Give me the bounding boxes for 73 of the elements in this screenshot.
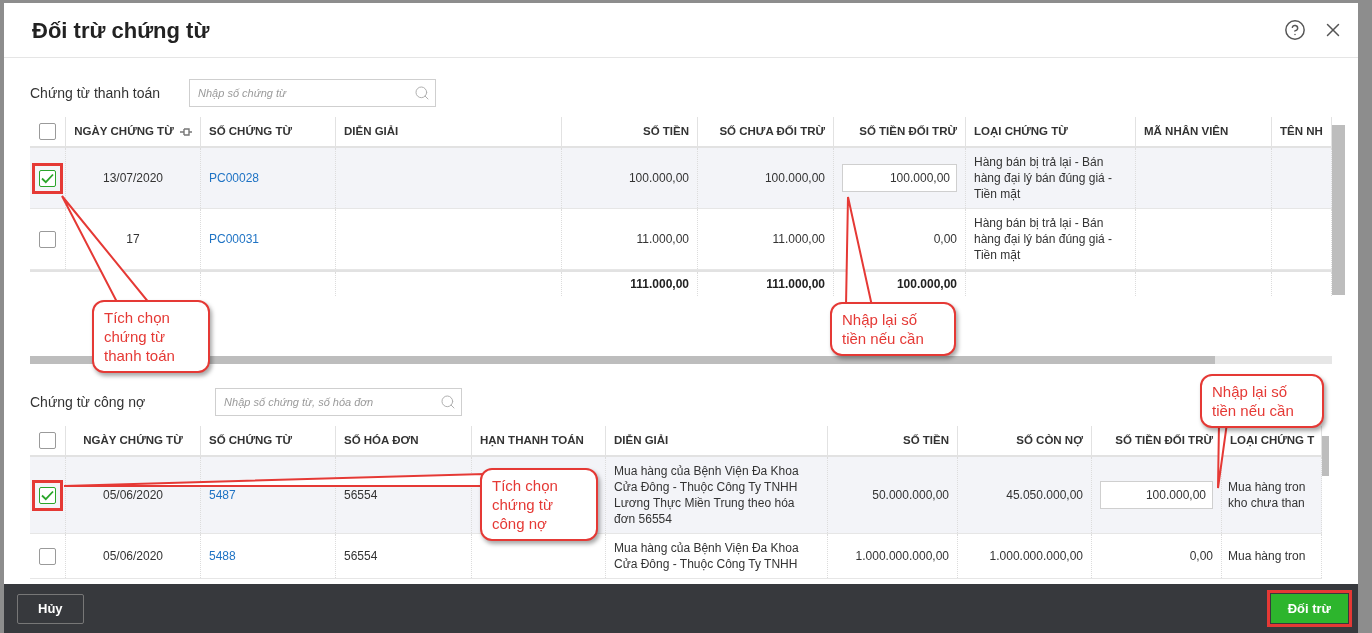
scrollbar-thumb[interactable] [1332, 125, 1345, 295]
table-cell-text: Mua hàng của Bệnh Viện Đa Khoa Cửa Đông - Thuộc Công Ty TNHH [614, 540, 800, 572]
table-cell: 45.050.000,00 [1006, 487, 1083, 503]
checkbox[interactable] [39, 432, 56, 449]
document-link[interactable]: PC00031 [209, 230, 260, 248]
column-header: LOẠI CHỨNG T [1230, 432, 1315, 449]
callout: Tích chọn chứng từ công nợ [480, 468, 598, 541]
column-header: SỐ CHỨNG TỪ [209, 123, 292, 139]
dialog-title: Đối trừ chứng từ [32, 16, 210, 45]
document-link[interactable]: 5487 [209, 486, 236, 504]
search-field[interactable]: Nhập số chứng từ [189, 79, 437, 107]
column-header: HẠN THANH TOÁN [480, 432, 584, 449]
cancel-button[interactable]: Hủy [17, 593, 84, 624]
column-header: LOẠI CHỨNG TỪ [974, 123, 1068, 140]
table-cell: 50.000.000,00 [872, 487, 949, 503]
column-header: SỐ HÓA ĐƠN [344, 432, 419, 448]
column-header: SỐ TIỀN ĐỐI TRỪ [1115, 432, 1213, 448]
pin-icon [179, 126, 192, 137]
help-icon[interactable] [1284, 19, 1306, 41]
table-cell-text: Mua hàng tron kho chưa than [1228, 479, 1307, 511]
table-cell: 0,00 [933, 231, 957, 247]
table-cell: 56554 [344, 487, 378, 503]
document-link[interactable]: PC00028 [209, 169, 260, 187]
checkbox[interactable] [39, 230, 56, 248]
table-cell: 13/07/2020 [102, 170, 164, 186]
column-header: DIỄN GIẢI [614, 432, 669, 448]
table-cell: 05/06/2020 [102, 487, 164, 503]
checkbox[interactable] [39, 547, 56, 565]
table-cell: 100.000,00 [764, 170, 825, 186]
table-cell: 56554 [344, 548, 378, 564]
check-icon [41, 489, 54, 501]
callout: Tích chọn chứng từ thanh toán [92, 300, 210, 373]
column-header: DIỄN GIẢI [344, 123, 399, 139]
total-value: 111.000,00 [766, 276, 825, 293]
document-link[interactable]: 5488 [209, 547, 236, 565]
table-cell: 17 [126, 231, 140, 247]
column-header: SỐ CHƯA ĐỐI TRỪ [719, 123, 825, 139]
column-header: MÃ NHÂN VIÊN [1144, 123, 1229, 139]
total-value: 111.000,00 [630, 276, 689, 293]
column-header: SỐ TIỀN [643, 123, 689, 139]
confirm-button[interactable]: Đối trừ [1270, 594, 1348, 623]
table-cell: Mua hàng tron [1228, 548, 1306, 564]
check-icon [41, 172, 54, 184]
checkbox[interactable] [39, 123, 56, 140]
search-icon [440, 394, 457, 410]
search-field[interactable]: Nhập số chứng từ, số hóa đơn [215, 388, 463, 416]
column-header: NGÀY CHỨNG TỪ [83, 432, 183, 448]
section-label: Chứng từ thanh toán [30, 83, 161, 103]
checkbox[interactable] [39, 169, 56, 187]
table-cell: 1.000.000.000,00 [989, 548, 1083, 564]
scrollbar-thumb[interactable] [1322, 436, 1329, 476]
column-header: SỐ TIỀN ĐỐI TRỪ [859, 123, 957, 139]
amount-input[interactable]: 100.000,00 [842, 164, 957, 192]
table-cell: 11.000,00 [772, 231, 825, 247]
table-cell-text: Mua hàng của Bệnh Viện Đa Khoa Cửa Đông - Thuộc Công Ty TNHH Lương Thực Miền Trung theo hóa đơn 56554 [614, 463, 800, 527]
amount-input[interactable]: 100.000,00 [1100, 481, 1213, 509]
checkbox[interactable] [39, 486, 56, 504]
table-cell-text: Hàng bán bị trả lại - Bán hàng đại lý bán đúng giá - Tiền mặt [974, 154, 1114, 202]
column-header: NGÀY CHỨNG TỪ [74, 123, 174, 139]
section-label: Chứng từ công nợ [30, 392, 146, 412]
search-icon [414, 85, 431, 101]
column-header: SỐ TIỀN [903, 432, 949, 448]
table-cell: 05/06/2020 [102, 548, 164, 564]
total-value: 100.000,00 [896, 276, 957, 293]
table-cell: 11.000,00 [636, 231, 689, 247]
column-header: SỐ CHỨNG TỪ [209, 432, 292, 448]
table-cell: 0,00 [1189, 548, 1213, 564]
column-header: SỐ CÒN NỢ [1016, 432, 1083, 449]
table-cell-text: Hàng bán bị trả lại - Bán hàng đại lý bán đúng giá - Tiền mặt [974, 215, 1114, 263]
column-header: TÊN NH [1280, 123, 1323, 139]
table-cell: 1.000.000.000,00 [855, 548, 949, 564]
callout: Nhập lại số tiền nếu cần [1200, 374, 1324, 428]
table-cell: 100.000,00 [628, 170, 689, 186]
